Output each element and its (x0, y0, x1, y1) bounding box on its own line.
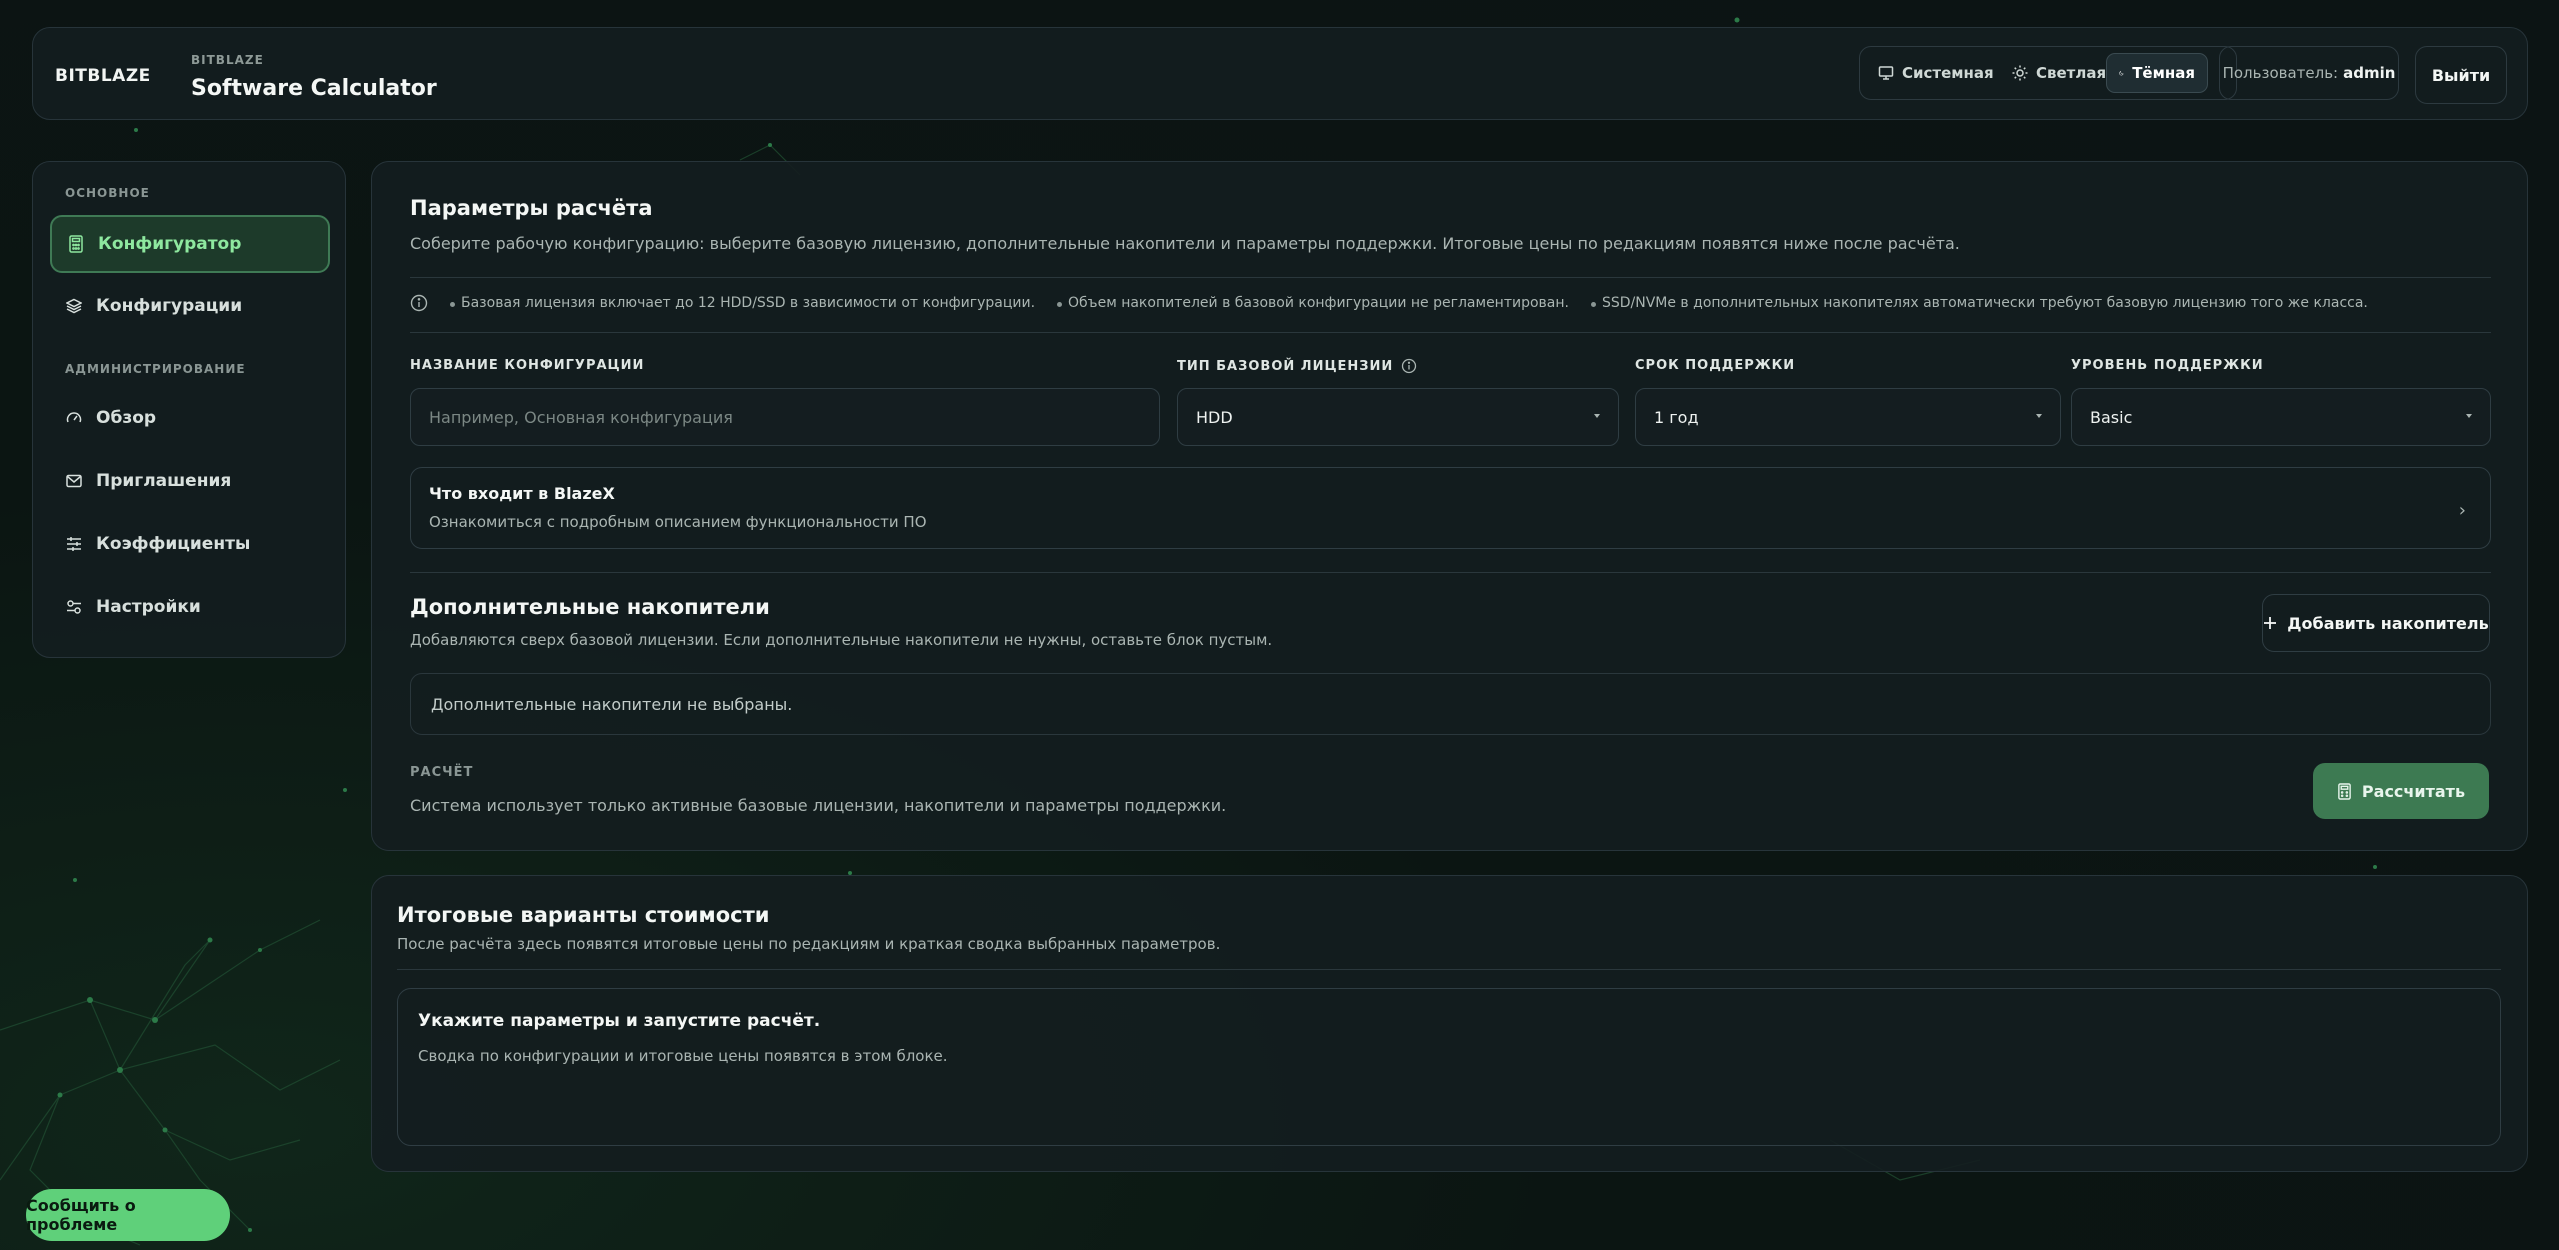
chevron-down-icon (2466, 414, 2472, 418)
calculator-icon (2338, 782, 2351, 800)
note-item: SSD/NVMe в дополнительных накопителях ав… (1601, 295, 2368, 311)
sliders-icon (67, 537, 81, 551)
license-type-value: HDD (1196, 407, 1233, 427)
theme-light-label: Светлая (2036, 64, 2107, 82)
sidebar-item-label: Конфигурации (96, 296, 243, 316)
config-name-label: НАЗВАНИЕ КОНФИГУРАЦИИ (410, 358, 645, 373)
support-term-label: СРОК ПОДДЕРЖКИ (1635, 358, 1796, 373)
params-notes: Базовая лицензия включает до 12 HDD/SSD … (410, 294, 2368, 312)
theme-system-label: Системная (1902, 64, 1994, 82)
moon-icon (2119, 71, 2124, 76)
gauge-icon (66, 412, 82, 423)
brand-logo[interactable]: BITBLAZE (55, 66, 151, 86)
storage-description: Добавляются сверх базовой лицензии. Если… (410, 631, 1273, 649)
theme-dark-button[interactable]: Тёмная (2106, 53, 2208, 93)
sun-icon (2012, 65, 2028, 81)
sidebar-item-label: Коэффициенты (96, 534, 251, 554)
theme-dark-label: Тёмная (2132, 64, 2195, 82)
chevron-down-icon (2036, 414, 2042, 418)
support-term-value: 1 год (1654, 407, 1699, 427)
storage-title: Дополнительные накопители (410, 595, 770, 619)
calculate-label: Рассчитать (2361, 781, 2466, 801)
storage-empty-state: Дополнительные накопители не выбраны. (410, 673, 2491, 735)
sidebar-item-overview[interactable]: Обзор (50, 389, 330, 447)
theme-light-button[interactable]: Светлая (2000, 53, 2118, 93)
logout-button[interactable]: Выйти (2415, 46, 2507, 104)
brand-caption: BITBLAZE (191, 53, 264, 67)
sidebar-section-main: ОСНОВНОЕ (65, 186, 150, 200)
license-type-label-text: ТИП БАЗОВОЙ ЛИЦЕНЗИИ (1177, 358, 1394, 374)
sidebar-item-settings[interactable]: Настройки (50, 578, 330, 636)
theme-system-button[interactable]: Системная (1866, 53, 2006, 93)
params-card: Параметры расчёта Соберите рабочую конфи… (371, 161, 2528, 851)
sidebar-item-label: Настройки (96, 597, 201, 617)
sidebar-item-invitations[interactable]: Приглашения (50, 452, 330, 510)
support-term-select[interactable]: 1 год (1635, 388, 2061, 446)
license-type-label: ТИП БАЗОВОЙ ЛИЦЕНЗИИ (1177, 358, 1417, 374)
sidebar-item-label: Приглашения (96, 471, 232, 491)
user-label: Пользователь: (2222, 64, 2339, 82)
user-info: Пользователь: admin (2219, 46, 2399, 100)
sidebar-item-configurations[interactable]: Конфигурации (50, 277, 330, 335)
calculate-button[interactable]: Рассчитать (2313, 763, 2489, 819)
mail-icon (66, 474, 82, 488)
layers-icon (66, 298, 82, 314)
license-type-select[interactable]: HDD (1177, 388, 1619, 446)
monitor-icon (1878, 66, 1894, 80)
support-level-value: Basic (2090, 407, 2133, 427)
results-empty-title: Укажите параметры и запустите расчёт. (418, 1011, 821, 1031)
chevron-down-icon (1594, 414, 1600, 418)
blazex-subtitle: Ознакомиться с подробным описанием функц… (429, 513, 927, 531)
report-problem-button[interactable]: Сообщить о проблеме (26, 1189, 230, 1241)
divider (397, 969, 2501, 970)
params-description: Соберите рабочую конфигурацию: выберите … (410, 234, 1960, 253)
blazex-title: Что входит в BlazeX (429, 484, 615, 503)
results-empty-state: Укажите параметры и запустите расчёт. Св… (397, 988, 2501, 1146)
app-header: BITBLAZE BITBLAZE Software Calculator Си… (32, 27, 2528, 120)
divider (410, 572, 2491, 573)
theme-switcher: Системная Светлая Тёмная (1859, 46, 2237, 100)
results-title: Итоговые варианты стоимости (397, 903, 770, 927)
support-level-select[interactable]: Basic (2071, 388, 2491, 446)
sidebar-item-configurator[interactable]: Конфигуратор (50, 215, 330, 273)
results-empty-text: Сводка по конфигурации и итоговые цены п… (418, 1047, 948, 1065)
sidebar-item-label: Обзор (96, 408, 157, 428)
results-card: Итоговые варианты стоимости После расчёт… (371, 875, 2528, 1172)
divider (410, 277, 2491, 278)
sidebar-item-coefficients[interactable]: Коэффициенты (50, 515, 330, 573)
calculator-icon (69, 235, 83, 253)
sidebar-item-label: Конфигуратор (98, 234, 242, 254)
sidebar-section-admin: АДМИНИСТРИРОВАНИЕ (65, 362, 246, 376)
info-icon (410, 294, 428, 312)
add-storage-button[interactable]: Добавить накопитель (2262, 594, 2490, 652)
blazex-info-link[interactable]: Что входит в BlazeX Ознакомиться с подро… (410, 467, 2491, 549)
support-level-label: УРОВЕНЬ ПОДДЕРЖКИ (2071, 358, 2264, 373)
user-name: admin (2343, 64, 2396, 82)
app-title: Software Calculator (191, 76, 437, 101)
chevron-right-icon: › (2458, 500, 2466, 521)
sidebar: ОСНОВНОЕ Конфигуратор Конфигурации АДМИН… (32, 161, 346, 658)
results-description: После расчёта здесь появятся итоговые це… (397, 935, 1221, 953)
calc-description: Система использует только активные базов… (410, 796, 1227, 815)
settings-toggle-icon (67, 600, 81, 614)
note-item: Объем накопителей в базовой конфигурации… (1068, 295, 1569, 311)
params-title: Параметры расчёта (410, 196, 653, 220)
info-icon[interactable] (1401, 358, 1417, 374)
config-name-input[interactable]: Например, Основная конфигурация (410, 388, 1160, 446)
add-storage-label: Добавить накопитель (2287, 613, 2489, 633)
plus-icon (2264, 617, 2277, 629)
calc-label: РАСЧЁТ (410, 765, 474, 780)
divider (410, 332, 2491, 333)
note-item: Базовая лицензия включает до 12 HDD/SSD … (461, 295, 1036, 311)
